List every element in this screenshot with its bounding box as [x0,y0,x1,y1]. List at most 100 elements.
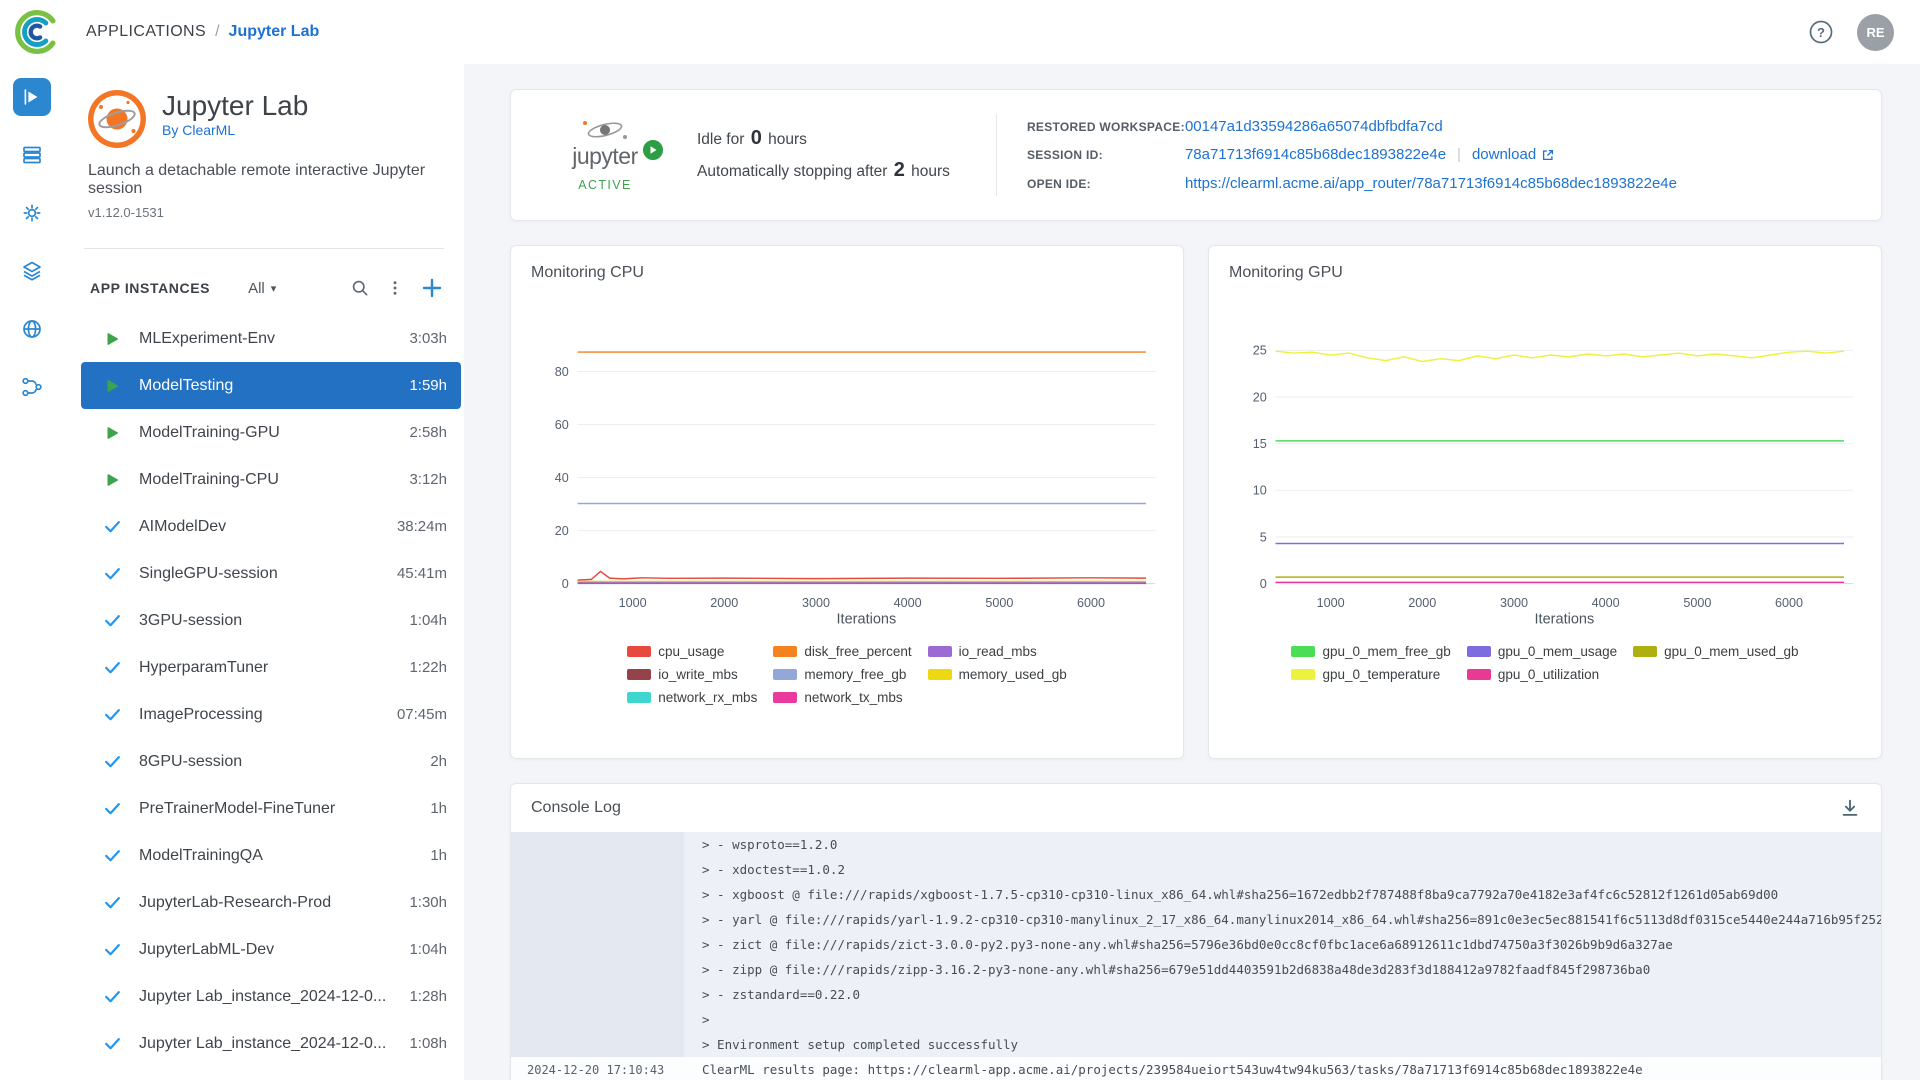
breadcrumb: APPLICATIONS / Jupyter Lab [86,23,319,41]
gpu-chart[interactable]: 0510152025100020003000400050006000Iterat… [1229,320,1861,626]
search-icon[interactable] [350,278,370,298]
play-icon [103,377,123,395]
instance-row[interactable]: Jupyter Lab_instance_2024-12-0... 1:08h [81,1020,461,1067]
check-icon [103,846,123,865]
jupyter-logo-icon [88,90,146,148]
legend-swatch [1291,646,1315,657]
legend-item[interactable]: io_read_mbs [928,644,1067,659]
instance-duration: 1:22h [409,659,447,676]
legend-swatch [928,669,952,680]
session-logo-block: jupyter ACTIVE [539,118,671,192]
instance-row[interactable]: ModelTesting 1:59h [81,362,461,409]
legend-item[interactable]: gpu_0_mem_used_gb [1633,644,1798,659]
legend-label: network_rx_mbs [658,690,757,705]
legend-label: memory_used_gb [959,667,1067,682]
session-id-link[interactable]: 78a71713f6914c85b68dec1893822e4e [1185,146,1446,163]
legend-item[interactable]: cpu_usage [627,644,757,659]
rail-item-queues[interactable] [13,136,51,174]
instance-row[interactable]: JupyterLab-Research-Prod 1:30h [81,879,461,926]
app-publisher-link[interactable]: By ClearML [162,122,235,138]
svg-text:20: 20 [555,524,569,538]
breadcrumb-applications[interactable]: APPLICATIONS [86,23,206,41]
instance-row[interactable]: Jupyter Lab_instance_2024-12-0... 1:28h [81,973,461,1020]
check-icon [103,564,122,583]
instance-row[interactable]: 3GPU-session 1:04h [81,597,461,644]
clearml-logo-icon[interactable] [14,9,60,55]
autostop-timer-text: Automatically stopping after 2 hours [697,155,950,187]
status-card-divider [996,114,997,196]
instance-row[interactable]: ModelTrainingQA 1h [81,832,461,879]
instance-row[interactable]: ModelTraining-CPU 3:12h [81,456,461,503]
cpu-chart[interactable]: 020406080100020003000400050006000Iterati… [531,320,1163,626]
help-icon[interactable]: ? [1807,18,1835,46]
idle-timer-text: Idle for 0 hours [697,123,950,155]
open-ide-link[interactable]: https://clearml.acme.ai/app_router/78a71… [1185,175,1677,192]
legend-label: io_write_mbs [658,667,738,682]
rail-item-workers[interactable] [13,194,51,232]
svg-text:0: 0 [1260,577,1267,591]
cpu-chart-legend: cpu_usage disk_free_percent io_read_mbs io_… [531,644,1163,705]
pipelines-icon [20,375,44,399]
download-link[interactable]: download [1472,146,1536,163]
log-line-text: > - zstandard==0.22.0 [684,987,860,1002]
legend-item[interactable]: memory_free_gb [773,667,911,682]
instance-row[interactable]: MLExperiment-Env 3:03h [81,315,461,362]
play-icon [103,377,121,395]
instance-row[interactable]: ImageProcessing 07:45m [81,691,461,738]
legend-item[interactable]: disk_free_percent [773,644,911,659]
instance-row[interactable]: ModelTraining-GPU 2:58h [81,409,461,456]
instance-row[interactable]: SingleGPU-session 45:41m [81,550,461,597]
legend-swatch [773,646,797,657]
legend-item[interactable]: gpu_0_temperature [1291,667,1450,682]
log-timestamp [511,982,684,1007]
add-instance-icon[interactable] [420,276,444,300]
console-log-row: > - xgboost @ file:///rapids/xgboost-1.7… [511,882,1881,907]
legend-swatch [1467,646,1491,657]
legend-swatch [627,669,651,680]
svg-text:2000: 2000 [1408,596,1436,610]
legend-item[interactable]: network_rx_mbs [627,690,757,705]
instance-row[interactable]: HyperparamTuner 1:22h [81,644,461,691]
instance-row[interactable]: JupyterLabML-Dev 1:04h [81,926,461,973]
legend-label: memory_free_gb [804,667,906,682]
download-log-icon[interactable] [1839,797,1861,819]
legend-item[interactable]: network_tx_mbs [773,690,911,705]
instance-row[interactable]: 8GPU-session 2h [81,738,461,785]
log-line-text: > - zict @ file:///rapids/zict-3.0.0-py2… [684,937,1673,952]
app-version: v1.12.0-1531 [64,198,464,220]
check-icon [103,705,123,724]
restored-workspace-link[interactable]: 00147a1d33594286a65074dbfbdfa7cd [1185,118,1443,135]
check-icon [103,893,123,912]
instances-filter-dropdown[interactable]: All ▾ [248,280,276,297]
breadcrumb-separator: / [215,23,219,41]
legend-item[interactable]: gpu_0_mem_usage [1467,644,1617,659]
log-timestamp [511,932,684,957]
svg-text:5000: 5000 [1683,596,1711,610]
check-icon [103,658,123,677]
legend-item[interactable]: gpu_0_utilization [1467,667,1617,682]
cpu-chart-card: Monitoring CPU 0204060801000200030004000… [510,245,1184,759]
legend-label: gpu_0_temperature [1322,667,1440,682]
legend-item[interactable]: gpu_0_mem_free_gb [1291,644,1450,659]
breadcrumb-current[interactable]: Jupyter Lab [229,23,320,41]
avatar[interactable]: RE [1857,14,1894,51]
legend-swatch [1633,646,1657,657]
jupyter-wordmark: jupyter [572,143,638,170]
rail-item-applications[interactable] [13,78,51,116]
legend-item[interactable]: memory_used_gb [928,667,1067,682]
instance-row[interactable]: PreTrainerModel-FineTuner 1h [81,785,461,832]
check-icon [103,611,123,630]
svg-text:60: 60 [555,418,569,432]
legend-item[interactable]: io_write_mbs [627,667,757,682]
svg-text:80: 80 [555,365,569,379]
hyper-datasets-icon [20,317,44,341]
log-timestamp [511,957,684,982]
rail-item-datasets[interactable] [13,252,51,290]
svg-text:1000: 1000 [1317,596,1345,610]
instance-row[interactable]: AIModelDev 38:24m [81,503,461,550]
rail-item-pipelines[interactable] [13,368,51,406]
instance-duration: 1h [430,800,447,817]
console-log-body[interactable]: > - wsproto==1.2.0 > - xdoctest==1.0.2 >… [511,832,1881,1080]
kebab-menu-icon[interactable] [386,279,404,297]
rail-item-hyperdatasets[interactable] [13,310,51,348]
